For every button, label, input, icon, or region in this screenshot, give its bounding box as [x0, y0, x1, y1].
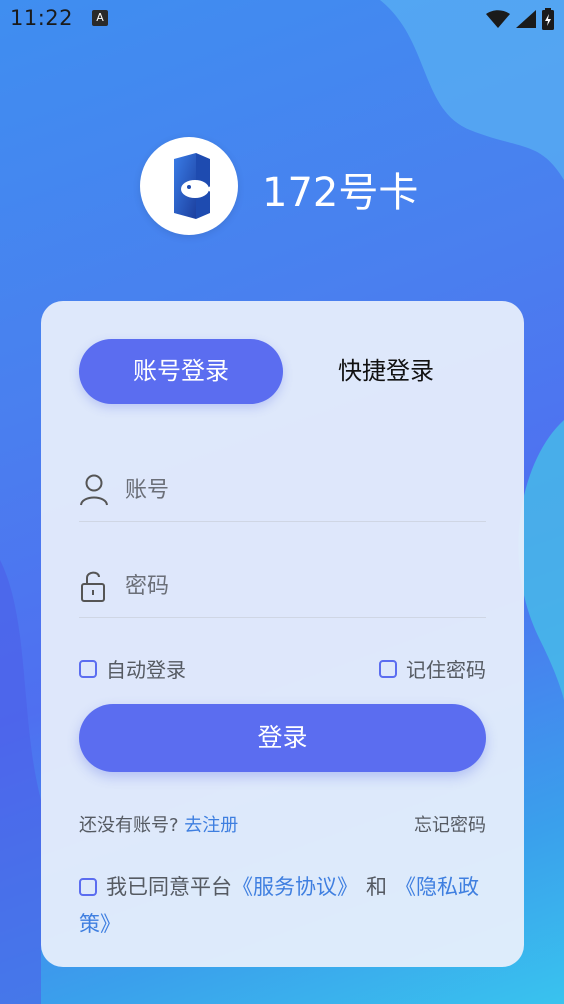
register-prompt: 还没有账号? 去注册 — [79, 811, 238, 837]
password-input[interactable] — [123, 565, 487, 607]
account-input[interactable] — [123, 469, 487, 511]
status-bar: 11:22 A — [0, 0, 564, 38]
user-icon — [80, 474, 108, 506]
notification-badge-icon: A — [92, 10, 108, 26]
tab-quick-login[interactable]: 快捷登录 — [321, 339, 451, 404]
agreement-and: 和 — [366, 875, 387, 899]
wifi-icon — [486, 10, 510, 28]
auto-login-label: 自动登录 — [106, 658, 186, 682]
remember-password-option[interactable]: 记住密码 — [379, 654, 486, 683]
login-button[interactable]: 登录 — [79, 704, 486, 772]
auto-login-checkbox[interactable] — [79, 659, 97, 678]
agreement-checkbox[interactable] — [79, 878, 97, 896]
password-field — [79, 551, 487, 618]
login-card: 账号登录 快捷登录 自动登录 记住密码 登录 还没有账号? 去注册 忘记密码 我… — [41, 301, 524, 967]
service-agreement-link[interactable]: 《服务协议》 — [232, 875, 358, 899]
forgot-password-link[interactable]: 忘记密码 — [414, 811, 486, 837]
register-link[interactable]: 去注册 — [184, 815, 238, 836]
auto-login-option[interactable]: 自动登录 — [79, 654, 186, 683]
signal-icon — [516, 10, 536, 28]
agreement-prefix: 我已同意平台 — [106, 875, 232, 899]
battery-icon — [542, 8, 554, 30]
app-title: 172号卡 — [262, 170, 419, 216]
account-field — [79, 455, 487, 522]
remember-password-checkbox[interactable] — [379, 659, 397, 678]
status-time: 11:22 — [10, 6, 74, 30]
app-logo — [140, 137, 238, 235]
fish-logo-icon — [174, 153, 218, 219]
remember-password-label: 记住密码 — [406, 658, 486, 682]
no-account-text: 还没有账号? — [79, 815, 179, 836]
agreement: 我已同意平台《服务协议》和《隐私政策》 — [79, 869, 499, 943]
status-icons — [486, 8, 554, 30]
lock-icon — [81, 571, 105, 602]
tab-account-login[interactable]: 账号登录 — [79, 339, 283, 404]
